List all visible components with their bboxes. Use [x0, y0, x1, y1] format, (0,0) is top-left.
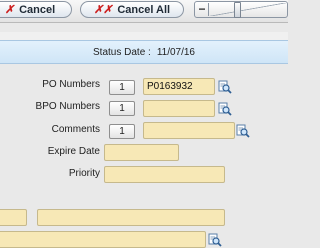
comments-label: Comments: [51, 124, 100, 135]
zoom-track[interactable]: [209, 3, 287, 16]
bottom-field[interactable]: [0, 231, 206, 248]
cancel-x-icon: ✗: [4, 4, 15, 16]
bpo-numbers-field[interactable]: [143, 100, 215, 117]
po-numbers-label: PO Numbers: [42, 79, 100, 90]
divider: [0, 32, 288, 40]
bottom-lookup-icon[interactable]: [208, 233, 222, 247]
toolbar: ✗ Cancel ✗✗ Cancel All −: [0, 0, 288, 23]
po-numbers-count-button[interactable]: 1: [109, 80, 135, 95]
bpo-numbers-label: BPO Numbers: [35, 101, 100, 112]
cancel-all-button[interactable]: ✗✗ Cancel All: [80, 1, 184, 18]
cancel-button[interactable]: ✗ Cancel: [0, 1, 72, 18]
status-date-label: Status Date :: [93, 46, 151, 58]
zoom-slider[interactable]: −: [194, 1, 288, 18]
priority-label: Priority: [68, 168, 100, 179]
comments-lookup-icon[interactable]: [236, 124, 250, 138]
zoom-thumb[interactable]: [234, 2, 241, 18]
comments-field[interactable]: [143, 122, 235, 139]
cancel-label: Cancel: [19, 3, 56, 16]
bpo-lookup-icon[interactable]: [218, 102, 232, 116]
cancel-all-label: Cancel All: [117, 3, 171, 16]
expire-date-label: Expire Date: [47, 146, 100, 157]
po-numbers-field[interactable]: P0163932: [143, 78, 215, 95]
bpo-numbers-count-button[interactable]: 1: [109, 101, 135, 116]
zoom-out-button[interactable]: −: [196, 3, 209, 16]
lower-field-wide[interactable]: [37, 209, 225, 226]
comments-count-button[interactable]: 1: [109, 124, 135, 139]
expire-date-field[interactable]: [104, 144, 179, 161]
status-bar: Status Date : 11/07/16: [0, 40, 288, 64]
po-lookup-icon[interactable]: [218, 80, 232, 94]
status-date-value: 11/07/16: [156, 46, 195, 58]
lower-field-left[interactable]: [0, 209, 27, 226]
priority-field[interactable]: [104, 166, 225, 183]
cancel-all-x-icon: ✗✗: [93, 4, 113, 16]
